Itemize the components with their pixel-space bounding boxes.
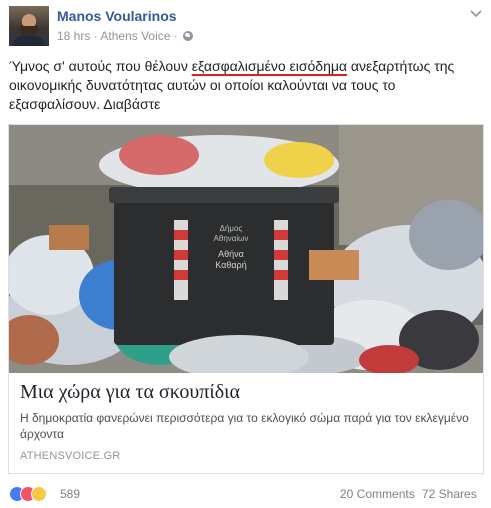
facebook-post: Manos Voularinos 18 hrs · Athens Voice ·… [0,0,491,508]
link-domain: ATHENSVOICE.GR [20,450,121,462]
comments-count-link[interactable]: 20 Comments [340,487,415,501]
link-preview-image[interactable]: Δήμος Αθηναίων Αθήνα Καθαρή [9,125,483,373]
garbage-bin-scene: Δήμος Αθηναίων Αθήνα Καθαρή [9,125,483,373]
chevron-down-icon[interactable] [470,10,482,18]
post-time[interactable]: 18 hrs [57,29,90,43]
post-text-before: Ύμνος σ' αυτούς που θέλουν [9,58,192,74]
post-meta: 18 hrs · Athens Voice · [57,29,194,43]
bin-text-3: Αθήνα [218,249,244,259]
meta-separator: · [93,29,98,43]
link-preview-card[interactable]: Δήμος Αθηναίων Αθήνα Καθαρή Μια χώρα για… [8,124,484,474]
post-text-highlight: εξασφαλισμένο εισόδημα [191,58,348,74]
post-text: Ύμνος σ' αυτούς που θέλουν εξασφαλισμένο… [9,57,479,114]
haha-reaction-icon [31,486,47,502]
author-name[interactable]: Manos Voularinos [57,8,177,24]
avatar-shirt [13,36,45,46]
link-title[interactable]: Μια χώρα για τα σκουπίδια [20,381,240,404]
reaction-count[interactable]: 589 [60,487,80,501]
link-description: Η δημοκρατία φανερώνει περισσότερα για τ… [20,411,469,441]
shares-count-link[interactable]: 72 Shares [422,487,477,501]
globe-icon[interactable] [183,31,194,41]
avatar[interactable] [9,6,49,46]
post-source[interactable]: Athens Voice [100,29,170,43]
bin-text-4: Καθαρή [215,260,246,270]
meta-separator-2: · [173,29,178,43]
bin-text-2: Αθηναίων [214,234,249,243]
bin-text-1: Δήμος [220,224,243,233]
